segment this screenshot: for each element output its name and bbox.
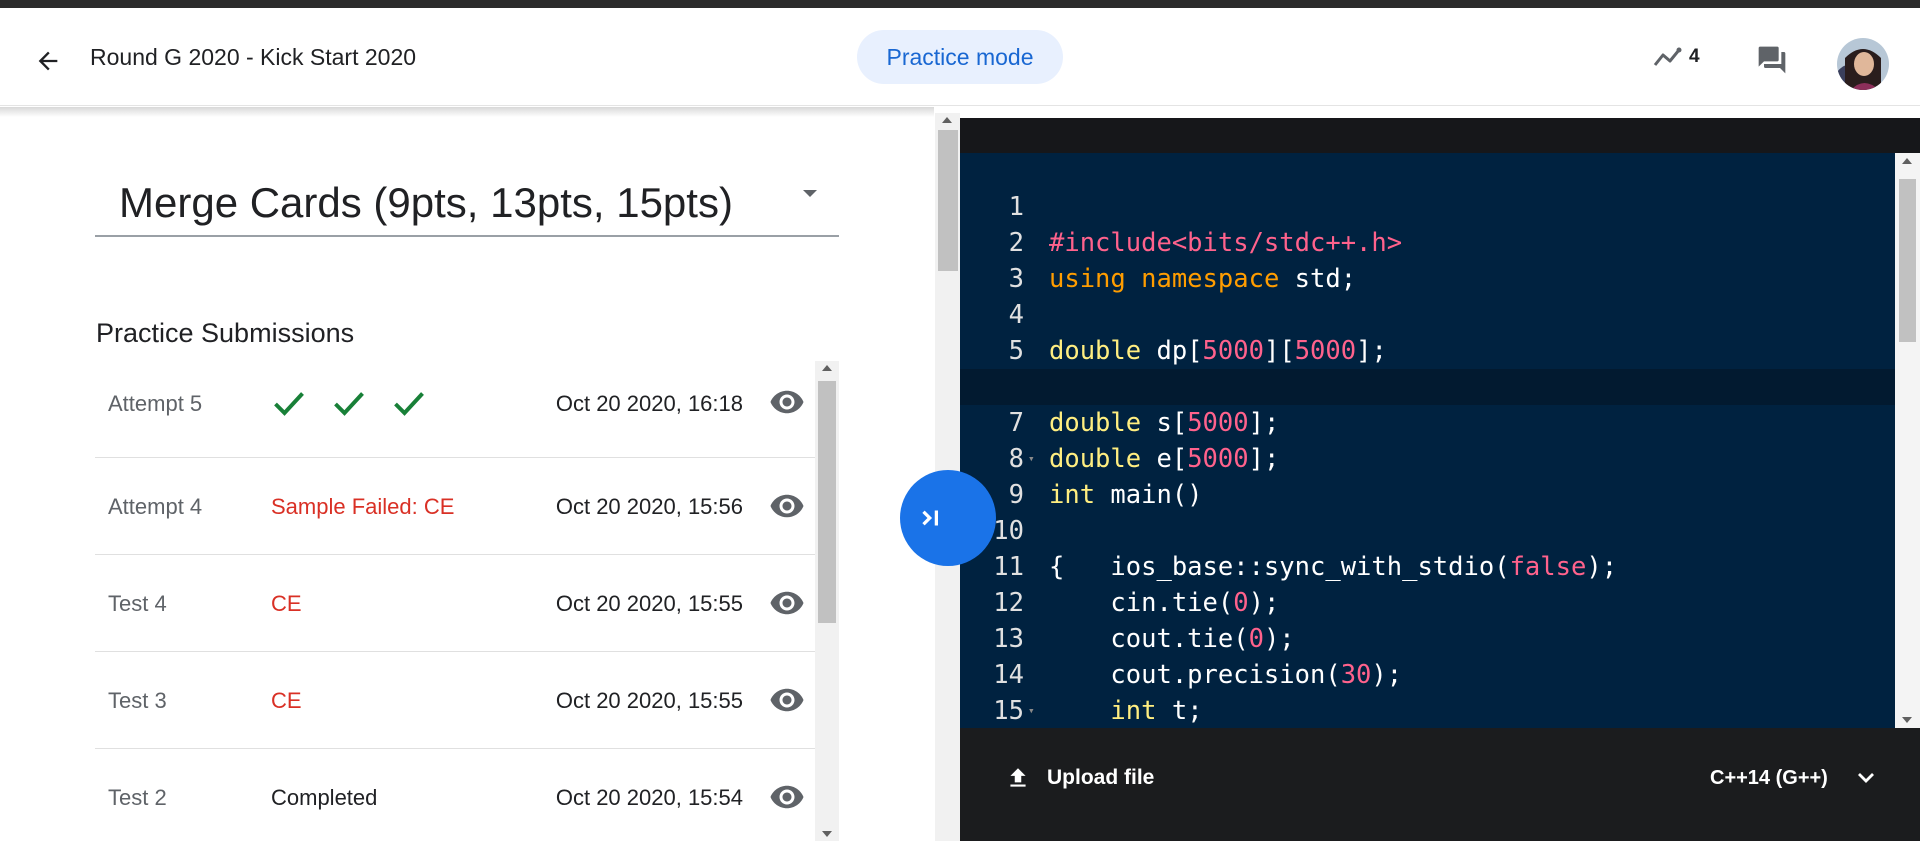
code-line: 14 int t;: [960, 621, 1895, 726]
forum-button[interactable]: [1752, 40, 1792, 80]
code-line: 9 ▾ {: [960, 441, 1895, 582]
code-line: 2 using namespace std;: [960, 189, 1895, 294]
avatar[interactable]: [1837, 38, 1889, 90]
collapse-panel-button[interactable]: [900, 470, 996, 566]
submission-status: Sample Failed: CE: [271, 494, 455, 519]
submission-status: CE: [271, 688, 302, 713]
submission-date: Oct 20 2020, 15:54: [555, 785, 743, 810]
collapse-panel-icon: [922, 510, 938, 526]
arrow-back-icon: [38, 51, 58, 71]
scroll-up-arrow-icon[interactable]: [942, 117, 952, 123]
code-line: 10 ios_base::sync_with_stdio(false);: [960, 477, 1895, 582]
submission-row-attempt-4[interactable]: Attempt 4 Sample Failed: CE Oct 20 2020,…: [95, 458, 815, 555]
code-line: 5 double sum[5000];: [960, 297, 1895, 402]
submission-row-test-4[interactable]: Test 4 CE Oct 20 2020, 15:55: [95, 555, 815, 652]
upload-file-label: Upload file: [1047, 766, 1155, 789]
scrollbar-thumb[interactable]: [818, 381, 836, 623]
practice-mode-chip[interactable]: Practice mode: [857, 30, 1063, 84]
submission-row-test-2[interactable]: Test 2 Completed Oct 20 2020, 15:54: [95, 749, 815, 841]
submissions-scrollbar[interactable]: [815, 361, 839, 841]
submission-name: Attempt 5: [108, 391, 203, 416]
code-line: 6 double s[5000];: [960, 333, 1895, 438]
upload-file-button[interactable]: Upload file: [1005, 764, 1154, 792]
submission-date: Oct 20 2020, 15:56: [555, 494, 743, 519]
eye-icon: [770, 390, 804, 414]
trending-icon: [1653, 47, 1682, 66]
eye-icon: [770, 591, 804, 615]
eye-icon: [770, 688, 804, 712]
check-icon: [394, 392, 424, 416]
browser-top-strip: [0, 0, 1920, 8]
submission-name: Test 3: [108, 688, 167, 713]
submission-date: Oct 20 2020, 16:18: [555, 391, 743, 416]
fold-arrow-icon[interactable]: ▾: [1028, 693, 1035, 729]
code-line-active: 7 double e[5000];: [960, 369, 1895, 474]
code-line: 11 cin.tie(0);: [960, 513, 1895, 618]
scrollbar-thumb[interactable]: [1899, 179, 1916, 342]
pane-shadow: [0, 107, 934, 117]
score-count: 4: [1689, 46, 1700, 67]
scroll-up-arrow-icon[interactable]: [822, 365, 832, 371]
test-results: [271, 389, 427, 419]
editor-topbar: [960, 118, 1920, 153]
chevron-down-icon: [1857, 773, 1874, 783]
view-submission-button[interactable]: [769, 682, 805, 718]
problem-title: Merge Cards (9pts, 13pts, 15pts): [119, 179, 733, 226]
forum-icon: [1758, 46, 1786, 74]
code-line: 12 cout.tie(0);: [960, 549, 1895, 654]
code-line: 1 #include<bits/stdc++.h>: [960, 153, 1895, 258]
view-submission-button[interactable]: [769, 384, 805, 420]
code-line: 8 int main(): [960, 405, 1895, 510]
fold-arrow-icon[interactable]: ▾: [1028, 441, 1035, 477]
code-line: 3: [960, 225, 1895, 294]
problem-select[interactable]: Merge Cards (9pts, 13pts, 15pts): [95, 175, 839, 237]
code-line: 4 double dp[5000][5000];: [960, 261, 1895, 366]
avatar-image: [1837, 38, 1889, 90]
page-title: Round G 2020 - Kick Start 2020: [90, 44, 417, 70]
editor-scrollbar[interactable]: [1895, 153, 1920, 728]
language-select[interactable]: C++14 (G++): [1710, 766, 1878, 790]
dropdown-arrow-icon: [803, 190, 817, 197]
code-editor-pane: 1 #include<bits/stdc++.h> 2 using namesp…: [960, 118, 1920, 841]
code-line: 13 cout.precision(30);: [960, 585, 1895, 690]
check-icon: [274, 392, 304, 416]
submission-name: Test 2: [108, 785, 167, 810]
submission-row-test-3[interactable]: Test 3 CE Oct 20 2020, 15:55: [95, 652, 815, 749]
submission-status: CE: [271, 591, 302, 616]
code-line: 16 ▾ for(int cases=1;cases<=t;cases++){: [960, 693, 1895, 834]
submission-name: Attempt 4: [108, 494, 203, 519]
submission-date: Oct 20 2020, 15:55: [555, 688, 743, 713]
submission-status: Completed: [271, 785, 378, 810]
code-line: 15 cin >> t;: [960, 657, 1895, 762]
score-indicator[interactable]: 4: [1653, 45, 1700, 69]
submissions-list: Attempt 5 Oct 20 2020, 16:18 Attempt 4 S…: [95, 361, 815, 841]
scrollbar-thumb[interactable]: [938, 130, 958, 271]
scroll-down-arrow-icon[interactable]: [822, 831, 832, 837]
eye-icon: [770, 785, 804, 809]
submission-date: Oct 20 2020, 15:55: [555, 591, 743, 616]
back-button[interactable]: [28, 41, 68, 81]
submission-row-attempt-5[interactable]: Attempt 5 Oct 20 2020, 16:18: [95, 361, 815, 458]
editor-footer: Upload file C++14 (G++): [960, 728, 1920, 841]
submissions-heading: Practice Submissions: [96, 318, 355, 348]
language-label: C++14 (G++): [1710, 766, 1828, 789]
scroll-up-arrow-icon[interactable]: [1902, 158, 1912, 164]
view-submission-button[interactable]: [769, 585, 805, 621]
eye-icon: [770, 494, 804, 518]
app-header: Round G 2020 - Kick Start 2020 Practice …: [0, 8, 1920, 106]
check-icon: [334, 392, 364, 416]
scroll-down-arrow-icon[interactable]: [1902, 717, 1912, 723]
view-submission-button[interactable]: [769, 779, 805, 815]
view-submission-button[interactable]: [769, 488, 805, 524]
upload-icon: [1010, 768, 1026, 787]
submission-name: Test 4: [108, 591, 167, 616]
